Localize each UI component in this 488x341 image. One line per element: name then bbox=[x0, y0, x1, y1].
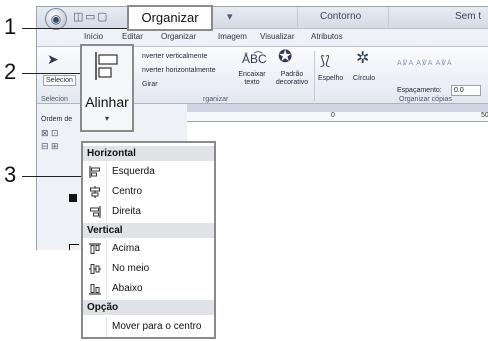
spacing-input[interactable]: 0.0 bbox=[451, 85, 481, 96]
align-middle-icon bbox=[89, 264, 101, 274]
align-icon bbox=[95, 52, 118, 80]
align-dropdown-menu: Horizontal Esquerda Centro Direita Verti… bbox=[81, 141, 216, 339]
menu-item-label: Acima bbox=[112, 243, 140, 254]
callout-number: 3 bbox=[4, 162, 17, 187]
fit-text-button[interactable]: Encaixar texto bbox=[235, 71, 269, 87]
object-thumbnail bbox=[69, 244, 79, 250]
menu-divider bbox=[106, 202, 107, 222]
design-page[interactable] bbox=[187, 122, 488, 250]
fit-text-icon: ÅB͡C bbox=[242, 52, 267, 66]
align-left-icon bbox=[89, 166, 100, 178]
ruler-tick-label: 50 bbox=[481, 112, 488, 119]
object-thumbnail bbox=[69, 194, 77, 202]
menu-divider bbox=[106, 317, 107, 337]
organizar-tab-callout[interactable]: Organizar bbox=[127, 5, 213, 31]
menu-item-acima[interactable]: Acima bbox=[83, 239, 214, 259]
ruler: 0 50 bbox=[187, 112, 488, 122]
ribbon-separator bbox=[314, 51, 315, 101]
organize-copies-group-label: Organizar cópias bbox=[399, 96, 452, 103]
order-tool-icon[interactable]: ⊟ ⊞ bbox=[41, 141, 59, 152]
menu-divider bbox=[106, 162, 107, 182]
menu-section-opcao: Opção bbox=[83, 300, 214, 315]
copy-style-buttons[interactable]: A℣A A℣A A℣A bbox=[397, 59, 453, 67]
menu-item-label: Direita bbox=[112, 206, 141, 217]
tab-editar[interactable]: Editar bbox=[122, 32, 143, 41]
menu-section-vertical: Vertical bbox=[83, 223, 214, 238]
callout-number: 1 bbox=[4, 14, 17, 39]
menu-divider bbox=[106, 279, 107, 299]
chevron-down-icon: ▾ bbox=[104, 114, 109, 123]
title-bar: ◉ ◫ ▭ ▢ ▾ Contorno Sem t bbox=[37, 7, 488, 30]
menu-divider bbox=[106, 239, 107, 259]
tab-inicio[interactable]: Início bbox=[84, 32, 103, 41]
callout-leader-line bbox=[22, 28, 127, 29]
menu-item-label: Mover para o centro bbox=[112, 321, 202, 332]
open-file-icon[interactable]: ▭ bbox=[85, 11, 95, 23]
menu-item-abaixo[interactable]: Abaixo bbox=[83, 279, 214, 299]
tab-imagem[interactable]: Imagem bbox=[218, 32, 247, 41]
menu-item-no-meio[interactable]: No meio bbox=[83, 259, 214, 279]
window-title: Sem t bbox=[455, 11, 482, 22]
circle-button[interactable]: Círculo bbox=[353, 75, 375, 82]
decorative-pattern-button[interactable]: Padrão decorativo bbox=[273, 71, 311, 87]
menu-item-label: Abaixo bbox=[112, 283, 143, 294]
menu-item-mover-para-o-centro[interactable]: Mover para o centro bbox=[83, 317, 214, 337]
spacing-label: Espaçamento: bbox=[397, 87, 442, 94]
callout-leader-line bbox=[22, 73, 80, 74]
tab-visualizar[interactable]: Visualizar bbox=[260, 32, 295, 41]
mirror-button[interactable]: Espelho bbox=[318, 75, 343, 82]
menu-divider bbox=[106, 259, 107, 279]
left-panel-title: Ordem de bbox=[41, 116, 73, 123]
flip-vertical-button[interactable]: nverter verticalmente bbox=[142, 53, 207, 60]
alinhar-button[interactable]: Alinhar ▾ bbox=[80, 44, 134, 132]
tab-atributos[interactable]: Atributos bbox=[311, 32, 343, 41]
align-top-icon bbox=[89, 243, 101, 254]
select-arrow-icon[interactable]: ➤ bbox=[47, 51, 59, 67]
rotate-button[interactable]: Girar bbox=[142, 81, 158, 88]
select-dropdown[interactable]: Selecion bbox=[43, 75, 76, 86]
menu-item-direita[interactable]: Direita bbox=[83, 202, 214, 222]
ruler-tick-label: 0 bbox=[331, 112, 335, 119]
circle-icon: ✲ bbox=[356, 50, 370, 67]
menu-item-centro[interactable]: Centro bbox=[83, 182, 214, 202]
qat-customize-icon[interactable]: ▾ bbox=[227, 11, 233, 23]
align-center-icon bbox=[90, 186, 100, 198]
alinhar-label: Alinhar bbox=[85, 94, 129, 110]
mirror-icon: ⟆⟅ bbox=[320, 53, 331, 68]
menu-item-esquerda[interactable]: Esquerda bbox=[83, 162, 214, 182]
callout-leader-line bbox=[22, 176, 81, 177]
new-file-icon[interactable]: ◫ bbox=[73, 11, 83, 23]
menu-item-label: No meio bbox=[112, 263, 150, 274]
application-menu-button[interactable]: ◉ bbox=[45, 8, 67, 30]
menu-item-label: Esquerda bbox=[112, 166, 155, 177]
organize-group-label: rganizar bbox=[203, 96, 229, 103]
align-right-icon bbox=[90, 206, 101, 218]
save-file-icon[interactable]: ▢ bbox=[97, 11, 107, 23]
order-tool-icon[interactable]: ⊠ ⊡ bbox=[41, 128, 59, 139]
decorative-pattern-icon: ✪ bbox=[278, 47, 293, 66]
contextual-tab-group: Contorno bbox=[297, 7, 389, 29]
select-group-label: Selecion bbox=[41, 96, 68, 103]
menu-divider bbox=[106, 182, 107, 202]
callout-number: 2 bbox=[4, 59, 17, 84]
align-bottom-icon bbox=[89, 284, 101, 295]
tab-organizar[interactable]: Organizar bbox=[161, 32, 196, 41]
menu-section-horizontal: Horizontal bbox=[83, 146, 214, 161]
flip-horizontal-button[interactable]: nverter horizontalmente bbox=[142, 67, 216, 74]
contextual-tab-group-label: Contorno bbox=[320, 11, 362, 22]
menu-item-label: Centro bbox=[112, 186, 143, 197]
